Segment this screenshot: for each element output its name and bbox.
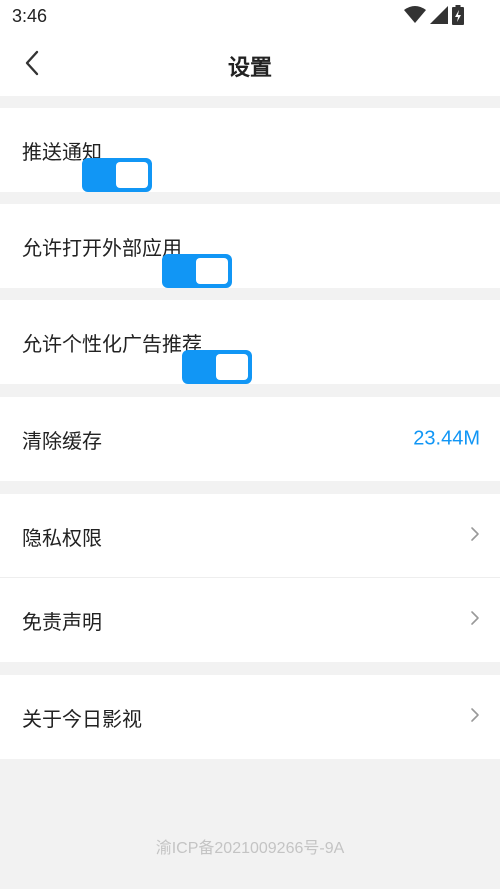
setting-row-personalized-ads: 允许个性化广告推荐: [0, 300, 500, 384]
settings-card-about: 关于今日影视: [0, 675, 500, 759]
navigation-bar: 设置: [0, 34, 500, 96]
open-external-apps-label: 允许打开外部应用: [22, 235, 182, 260]
about-label: 关于今日影视: [22, 706, 142, 731]
setting-row-open-external-apps: 允许打开外部应用: [0, 204, 500, 288]
cache-size-value: 23.44M: [413, 427, 480, 450]
wifi-icon: [404, 6, 426, 28]
setting-row-clear-cache[interactable]: 清除缓存 23.44M: [0, 397, 500, 481]
toggle-knob: [116, 162, 148, 188]
chevron-right-icon: [470, 707, 480, 727]
status-bar: 3:46: [0, 0, 500, 34]
setting-row-about[interactable]: 关于今日影视: [0, 675, 500, 759]
settings-card-legal: 隐私权限 免责声明: [0, 494, 500, 662]
status-icons: [404, 5, 464, 29]
setting-row-privacy-permissions[interactable]: 隐私权限: [0, 494, 500, 578]
settings-card-cache: 清除缓存 23.44M: [0, 397, 500, 481]
open-external-apps-toggle[interactable]: [162, 254, 232, 288]
chevron-right-icon: [470, 526, 480, 546]
status-time: 3:46: [12, 6, 48, 26]
chevron-right-icon: [470, 610, 480, 630]
setting-row-disclaimer[interactable]: 免责声明: [0, 578, 500, 662]
push-notification-toggle[interactable]: [82, 158, 152, 192]
battery-charging-icon: [452, 5, 464, 29]
icp-license-text: 渝ICP备2021009266号-9A: [155, 840, 345, 857]
disclaimer-label: 免责声明: [22, 609, 102, 634]
privacy-permissions-label: 隐私权限: [22, 525, 102, 550]
personalized-ads-toggle[interactable]: [182, 350, 252, 384]
personalized-ads-label: 允许个性化广告推荐: [22, 331, 202, 356]
setting-row-push-notification: 推送通知: [0, 108, 500, 192]
cellular-signal-icon: [430, 6, 448, 28]
toggle-knob: [196, 258, 228, 284]
settings-card-push: 推送通知: [0, 108, 500, 192]
settings-card-personalized-ads: 允许个性化广告推荐: [0, 300, 500, 384]
settings-card-external-apps: 允许打开外部应用: [0, 204, 500, 288]
clear-cache-label: 清除缓存: [22, 428, 102, 453]
toggle-knob: [216, 354, 248, 380]
page-title: 设置: [227, 56, 272, 81]
